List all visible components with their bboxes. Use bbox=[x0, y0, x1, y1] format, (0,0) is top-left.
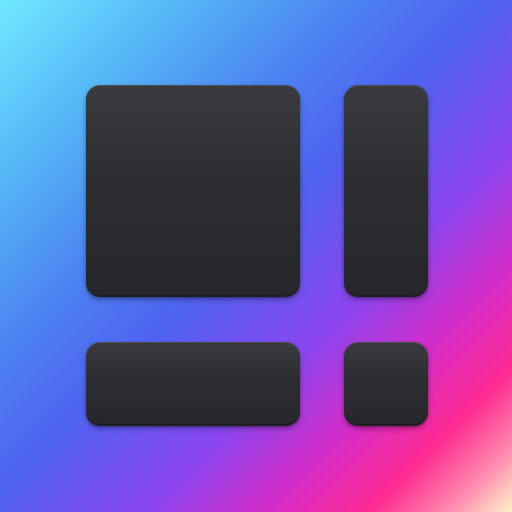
dashboard-tile-small-icon bbox=[344, 342, 428, 426]
dashboard-tile-tall-icon bbox=[344, 85, 428, 297]
dashboard-tile-large-icon bbox=[86, 85, 300, 297]
dashboard-layout-icon bbox=[0, 0, 512, 512]
dashboard-tile-wide-icon bbox=[86, 342, 300, 426]
